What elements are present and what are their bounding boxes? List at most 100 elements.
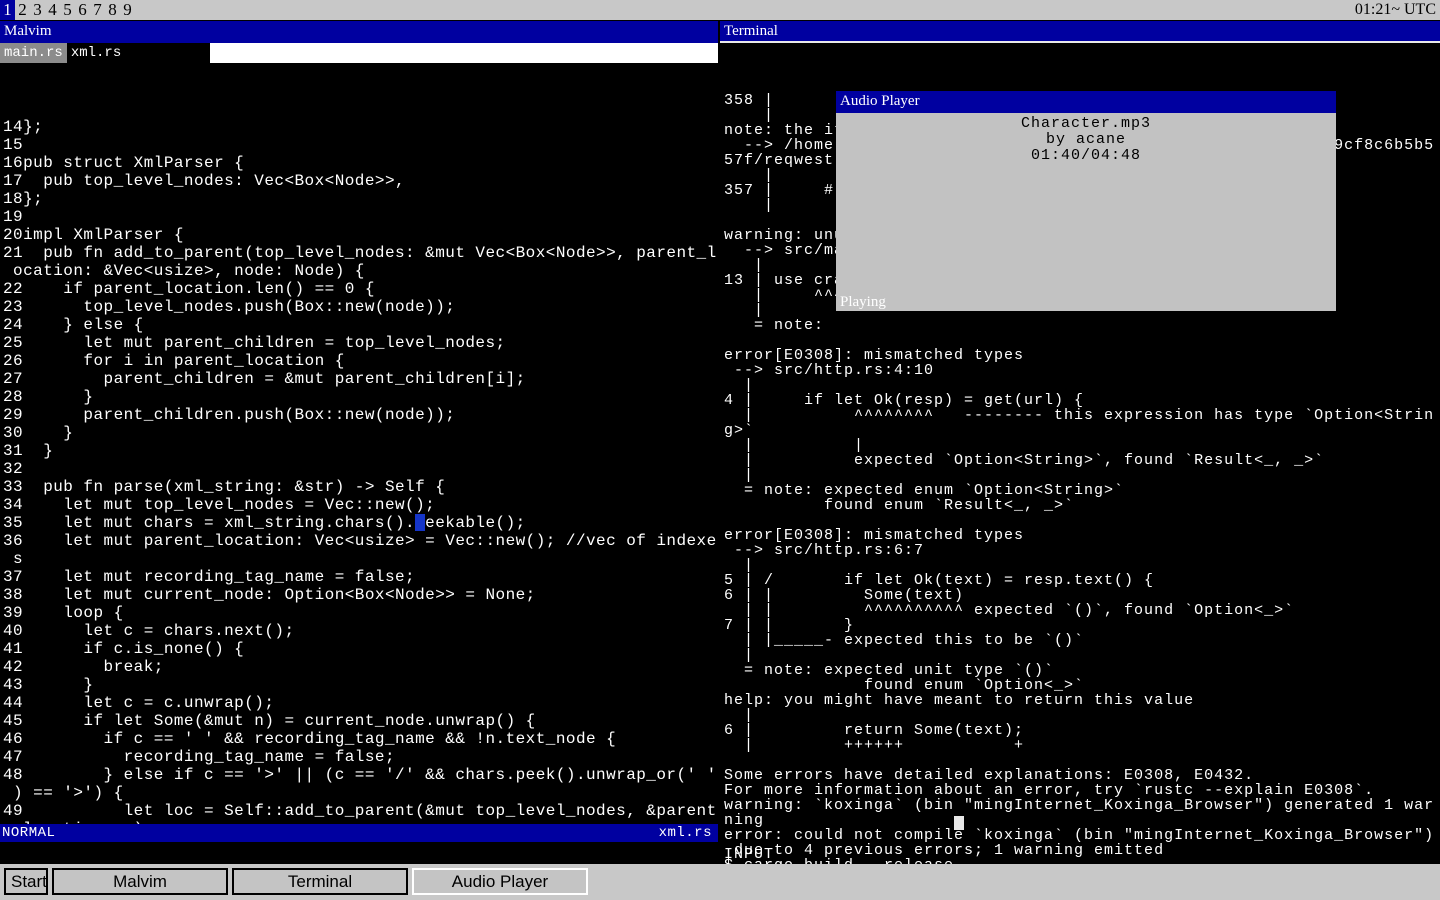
editor-status-bar: NORMAL xml.rs bbox=[0, 824, 718, 842]
terminal-line bbox=[724, 753, 1440, 768]
workspace-button[interactable]: 9 bbox=[120, 0, 135, 20]
terminal-line bbox=[724, 513, 1440, 528]
terminal-line: found enum `Result<_, _>` bbox=[724, 498, 1440, 513]
start-button[interactable]: Start bbox=[4, 868, 48, 895]
taskbar-window-button[interactable]: Terminal bbox=[232, 868, 408, 895]
code-line[interactable]: 30 } bbox=[3, 424, 718, 442]
editor-tab[interactable]: main.rs bbox=[0, 43, 67, 63]
code-line[interactable]: 24 } else { bbox=[3, 316, 718, 334]
terminal-line: error[E0308]: mismatched types bbox=[724, 528, 1440, 543]
terminal-line: | bbox=[724, 558, 1440, 573]
code-line[interactable]: 39 loop { bbox=[3, 604, 718, 622]
terminal-line: --> src/http.rs:4:10 bbox=[724, 363, 1440, 378]
code-line[interactable]: 34 let mut top_level_nodes = Vec::new(); bbox=[3, 496, 718, 514]
code-line[interactable]: 20impl XmlParser { bbox=[3, 226, 718, 244]
clock: 01:21~ UTC bbox=[1355, 0, 1436, 20]
code-line[interactable]: 32 bbox=[3, 460, 718, 478]
code-area[interactable]: 14};1516pub struct XmlParser {17 pub top… bbox=[0, 63, 718, 842]
editor-cursor bbox=[415, 514, 425, 531]
code-line[interactable]: s bbox=[3, 550, 718, 568]
code-line[interactable]: 18}; bbox=[3, 190, 718, 208]
terminal-line: | |_____- expected this to be `()` bbox=[724, 633, 1440, 648]
code-line[interactable]: 36 let mut parent_location: Vec<usize> =… bbox=[3, 532, 718, 550]
terminal-line: | ^^^^^^^^ -------- this expression has … bbox=[724, 408, 1440, 423]
terminal-window-title: Terminal bbox=[724, 23, 778, 39]
terminal-line: --> src/http.rs:6:7 bbox=[724, 543, 1440, 558]
code-line[interactable]: 48 } else if c == '>' || (c == '/' && ch… bbox=[3, 766, 718, 784]
terminal-cursor bbox=[954, 816, 964, 830]
workspace-button[interactable]: 4 bbox=[45, 0, 60, 20]
audio-player-titlebar[interactable]: Audio Player bbox=[836, 91, 1336, 113]
terminal-line: g>` bbox=[724, 423, 1440, 438]
code-line[interactable]: 29 parent_children.push(Box::new(node)); bbox=[3, 406, 718, 424]
code-line[interactable]: 26 for i in parent_location { bbox=[3, 352, 718, 370]
code-line[interactable]: 27 parent_children = &mut parent_childre… bbox=[3, 370, 718, 388]
terminal-line: For more information about an error, try… bbox=[724, 783, 1440, 798]
malvim-titlebar[interactable]: Malvim bbox=[0, 21, 718, 43]
code-line[interactable]: 40 let c = chars.next(); bbox=[3, 622, 718, 640]
code-line[interactable]: 35 let mut chars = xml_string.chars().pe… bbox=[3, 514, 718, 532]
terminal-line: found enum `Option<_>` bbox=[724, 678, 1440, 693]
tab-bar-filler bbox=[210, 43, 718, 63]
terminal-line bbox=[724, 333, 1440, 348]
code-line[interactable]: 41 if c.is_none() { bbox=[3, 640, 718, 658]
track-time: 01:40/04:48 bbox=[836, 148, 1336, 164]
code-line[interactable]: 14}; bbox=[3, 118, 718, 136]
code-line[interactable]: 46 if c == ' ' && recording_tag_name && … bbox=[3, 730, 718, 748]
code-line[interactable]: 16pub struct XmlParser { bbox=[3, 154, 718, 172]
code-line[interactable]: 23 top_level_nodes.push(Box::new(node)); bbox=[3, 298, 718, 316]
code-line[interactable]: 37 let mut recording_tag_name = false; bbox=[3, 568, 718, 586]
terminal-titlebar[interactable]: Terminal bbox=[720, 21, 1440, 43]
code-line[interactable]: 28 } bbox=[3, 388, 718, 406]
code-line[interactable]: 44 let c = c.unwrap(); bbox=[3, 694, 718, 712]
workspace-button[interactable]: 2 bbox=[15, 0, 30, 20]
taskbar-window-button[interactable]: Audio Player bbox=[412, 868, 588, 895]
terminal-line: | expected `Option<String>`, found `Resu… bbox=[724, 453, 1440, 468]
audio-player-window: Audio Player Character.mp3 by acane 01:4… bbox=[836, 91, 1336, 311]
workspace-button[interactable]: 8 bbox=[105, 0, 120, 20]
code-line[interactable]: 45 if let Some(&mut n) = current_node.un… bbox=[3, 712, 718, 730]
terminal-line: warning: `koxinga` (bin "mingInternet_Ko… bbox=[724, 798, 1440, 813]
code-line[interactable]: 25 let mut parent_children = top_level_n… bbox=[3, 334, 718, 352]
code-line[interactable]: 17 pub top_level_nodes: Vec<Box<Node>>, bbox=[3, 172, 718, 190]
terminal-line: 4 | if let Ok(resp) = get(url) { bbox=[724, 393, 1440, 408]
terminal-line: | ++++++ + bbox=[724, 738, 1440, 753]
top-bar: 123456789 01:21~ UTC bbox=[0, 0, 1440, 20]
track-name: Character.mp3 bbox=[836, 116, 1336, 132]
code-line[interactable]: ocation: &Vec<usize>, node: Node) { bbox=[3, 262, 718, 280]
terminal-line: due to 4 previous errors; 1 warning emit… bbox=[724, 843, 1440, 858]
code-line[interactable]: 38 let mut current_node: Option<Box<Node… bbox=[3, 586, 718, 604]
terminal-line: | bbox=[724, 378, 1440, 393]
taskbar-window-button[interactable]: Malvim bbox=[52, 868, 228, 895]
workspace-switcher: 123456789 bbox=[0, 0, 1440, 20]
status-filename: xml.rs bbox=[659, 824, 712, 842]
terminal-line: | bbox=[724, 708, 1440, 723]
workspace-button[interactable]: 3 bbox=[30, 0, 45, 20]
code-line[interactable]: 43 } bbox=[3, 676, 718, 694]
code-line[interactable]: 33 pub fn parse(xml_string: &str) -> Sel… bbox=[3, 478, 718, 496]
terminal-line: | bbox=[724, 648, 1440, 663]
code-line[interactable]: ) == '>') { bbox=[3, 784, 718, 802]
code-line[interactable]: 49 let loc = Self::add_to_parent(&mut to… bbox=[3, 802, 718, 820]
workspace-button[interactable]: 5 bbox=[60, 0, 75, 20]
editor-tab-bar: main.rsxml.rs bbox=[0, 43, 718, 63]
code-line[interactable]: 42 break; bbox=[3, 658, 718, 676]
code-line[interactable]: 21 pub fn add_to_parent(top_level_nodes:… bbox=[3, 244, 718, 262]
code-line[interactable]: 19 bbox=[3, 208, 718, 226]
editor-tab[interactable]: xml.rs bbox=[67, 43, 125, 63]
terminal-line: = note: expected unit type `()` bbox=[724, 663, 1440, 678]
playback-status: Playing bbox=[840, 294, 886, 310]
code-line[interactable]: 31 } bbox=[3, 442, 718, 460]
terminal-line: | | bbox=[724, 438, 1440, 453]
code-line[interactable]: 22 if parent_location.len() == 0 { bbox=[3, 280, 718, 298]
terminal-line: 6 | return Some(text); bbox=[724, 723, 1440, 738]
terminal-line: error[E0308]: mismatched types bbox=[724, 348, 1440, 363]
workspace-button[interactable]: 7 bbox=[90, 0, 105, 20]
code-line[interactable]: 15 bbox=[3, 136, 718, 154]
terminal-line: 7 | | } bbox=[724, 618, 1440, 633]
workspace-button[interactable]: 6 bbox=[75, 0, 90, 20]
terminal-line: = note: expected enum `Option<String>` bbox=[724, 483, 1440, 498]
workspace-button[interactable]: 1 bbox=[0, 0, 15, 20]
code-line[interactable]: 47 recording_tag_name = false; bbox=[3, 748, 718, 766]
terminal-line: error: could not compile `koxinga` (bin … bbox=[724, 828, 1440, 843]
